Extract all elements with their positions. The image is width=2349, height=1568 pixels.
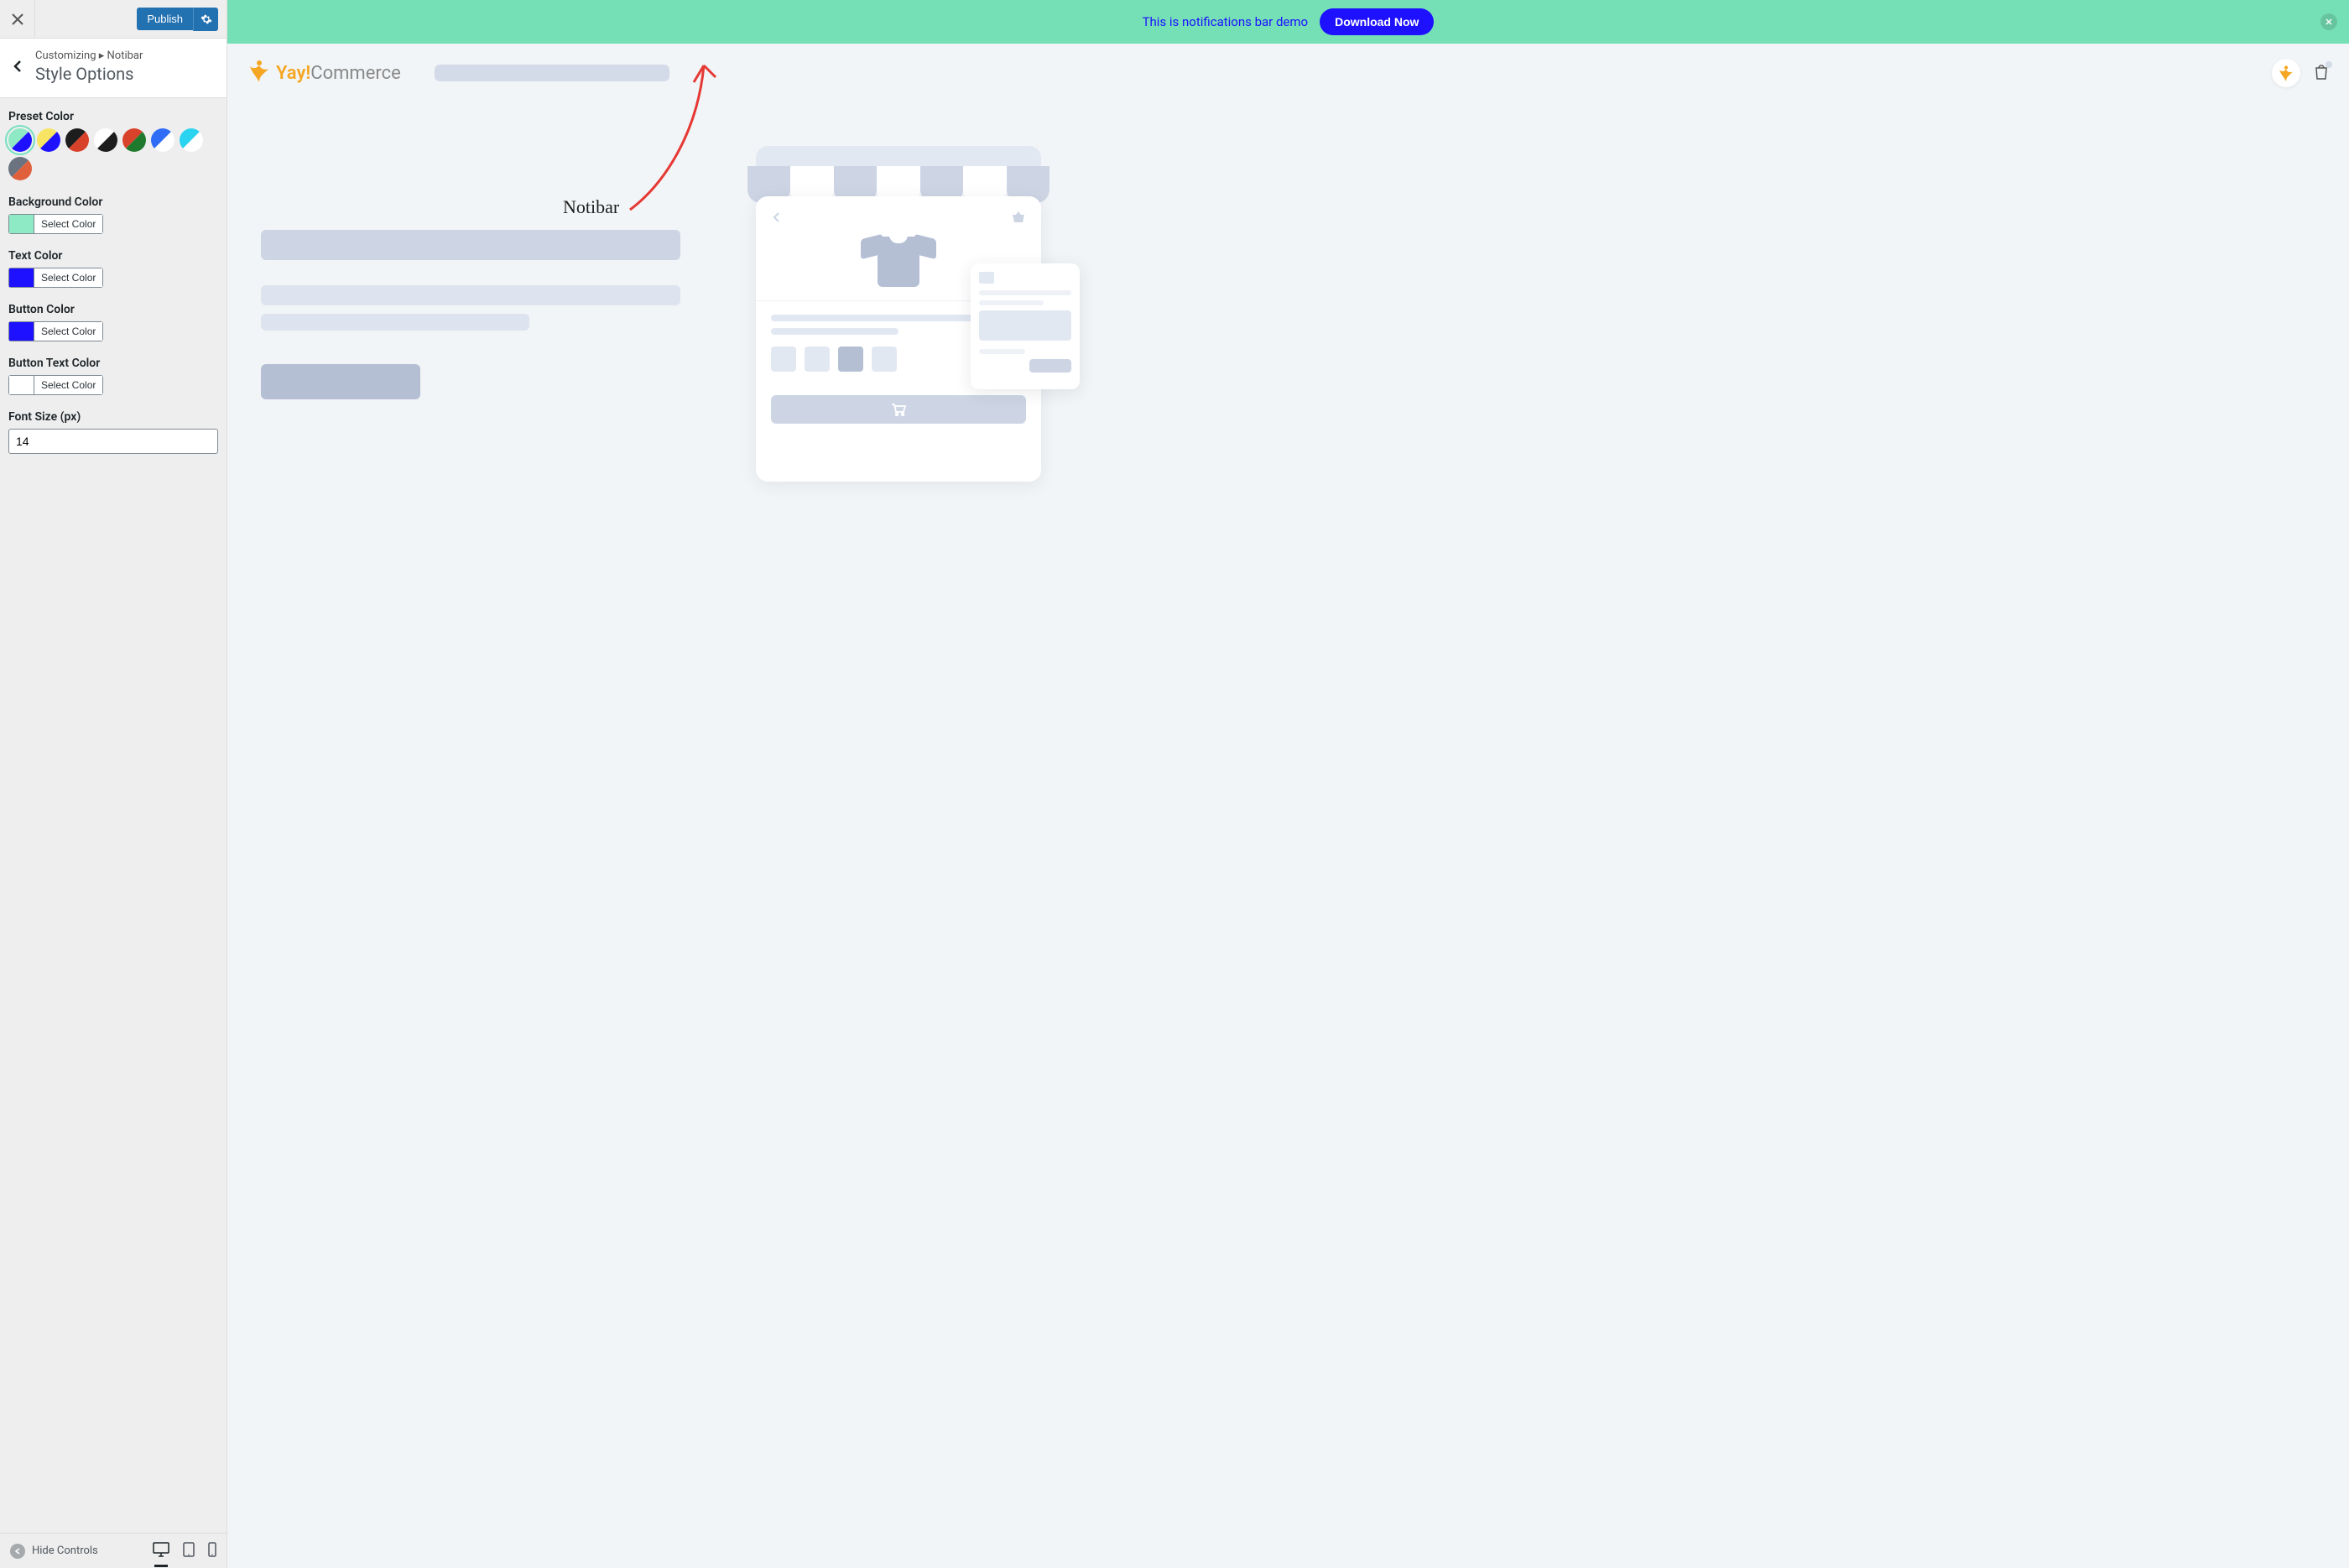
text-color-picker[interactable]: Select Color: [8, 268, 103, 288]
cart-button[interactable]: [2314, 63, 2329, 83]
heading-placeholder: [261, 230, 680, 260]
storefront-illustration: [747, 146, 1049, 482]
button-color-picker[interactable]: Select Color: [8, 321, 103, 341]
button-text-color-swatch: [9, 376, 34, 394]
paragraph-placeholder: [261, 285, 680, 305]
site-preview: This is notifications bar demo Download …: [227, 0, 2349, 1568]
customizer-sidebar: Publish Customizing ▸ Notibar Style Opti…: [0, 0, 227, 1568]
site-logo[interactable]: Yay!Commerce: [247, 59, 401, 87]
close-icon: [2326, 18, 2332, 25]
button-color-swatch: [9, 322, 34, 341]
tshirt-icon: [861, 230, 936, 287]
notibar-cta-button[interactable]: Download Now: [1320, 8, 1434, 35]
chevron-left-icon: [13, 60, 23, 73]
mail-icon: [979, 272, 994, 284]
background-color-picker[interactable]: Select Color: [8, 214, 103, 234]
avatar-icon: [2278, 65, 2294, 81]
preview-header: Yay!Commerce: [227, 44, 2349, 96]
publish-button[interactable]: Publish: [137, 8, 193, 30]
font-size-label: Font Size (px): [8, 410, 218, 424]
text-select-color-button[interactable]: Select Color: [34, 268, 102, 287]
preset-color-label: Preset Color: [8, 110, 218, 123]
button-select-color-button[interactable]: Select Color: [34, 322, 102, 341]
sidebar-breadcrumb: Customizing ▸ Notibar Style Options: [0, 39, 227, 98]
paragraph-placeholder: [261, 314, 529, 331]
background-color-swatch: [9, 215, 34, 233]
logo-text-yay: Yay!: [276, 63, 310, 84]
button-color-label: Button Color: [8, 303, 218, 316]
text-color-label: Text Color: [8, 249, 218, 263]
device-desktop-button[interactable]: [153, 1542, 169, 1560]
button-placeholder: [261, 364, 420, 399]
collapse-icon: [10, 1544, 25, 1559]
mobile-icon: [208, 1542, 216, 1557]
breadcrumb-path: Customizing ▸ Notibar: [35, 49, 143, 62]
nav-placeholder: [435, 65, 669, 81]
desktop-icon: [153, 1542, 169, 1557]
publish-settings-button[interactable]: [193, 8, 218, 31]
back-button[interactable]: [0, 47, 35, 86]
notibar-close-button[interactable]: [2320, 13, 2337, 30]
sidebar-footer: Hide Controls: [0, 1533, 227, 1568]
preset-swatch[interactable]: [8, 157, 32, 180]
cart-cta-placeholder: [771, 395, 1026, 424]
device-mobile-button[interactable]: [208, 1542, 216, 1560]
button-text-color-label: Button Text Color: [8, 357, 218, 370]
background-select-color-button[interactable]: Select Color: [34, 215, 102, 233]
text-color-swatch: [9, 268, 34, 287]
tablet-icon: [183, 1542, 195, 1557]
hide-controls-button[interactable]: Hide Controls: [10, 1544, 98, 1559]
hide-controls-label: Hide Controls: [32, 1545, 98, 1557]
preset-swatch[interactable]: [37, 128, 60, 152]
preset-swatch[interactable]: [8, 128, 32, 152]
gear-icon: [201, 13, 212, 25]
button-text-color-picker[interactable]: Select Color: [8, 375, 103, 395]
logo-icon: [247, 59, 271, 87]
preset-swatch[interactable]: [180, 128, 203, 152]
sidebar-topbar: Publish: [0, 0, 227, 39]
preset-swatch[interactable]: [65, 128, 89, 152]
chevron-left-icon: [771, 211, 783, 223]
preset-swatch[interactable]: [151, 128, 174, 152]
button-text-select-color-button[interactable]: Select Color: [34, 376, 102, 394]
preview-body: [227, 96, 2349, 515]
preset-swatch[interactable]: [122, 128, 146, 152]
logo-text-commerce: Commerce: [310, 63, 401, 84]
page-title: Style Options: [35, 64, 143, 84]
basket-icon: [1011, 211, 1026, 223]
preset-swatches: [8, 128, 218, 180]
background-color-label: Background Color: [8, 195, 218, 209]
notibar-text: This is notifications bar demo: [1143, 14, 1309, 29]
cart-badge: [2326, 61, 2332, 68]
avatar[interactable]: [2272, 59, 2300, 87]
close-icon: [12, 13, 23, 25]
device-tablet-button[interactable]: [183, 1542, 195, 1560]
font-size-input[interactable]: [8, 429, 218, 454]
notification-bar: This is notifications bar demo Download …: [227, 0, 2349, 44]
preset-swatch[interactable]: [94, 128, 117, 152]
cart-icon: [890, 403, 907, 416]
close-button[interactable]: [0, 0, 35, 39]
inbox-card-illustration: [971, 263, 1080, 389]
